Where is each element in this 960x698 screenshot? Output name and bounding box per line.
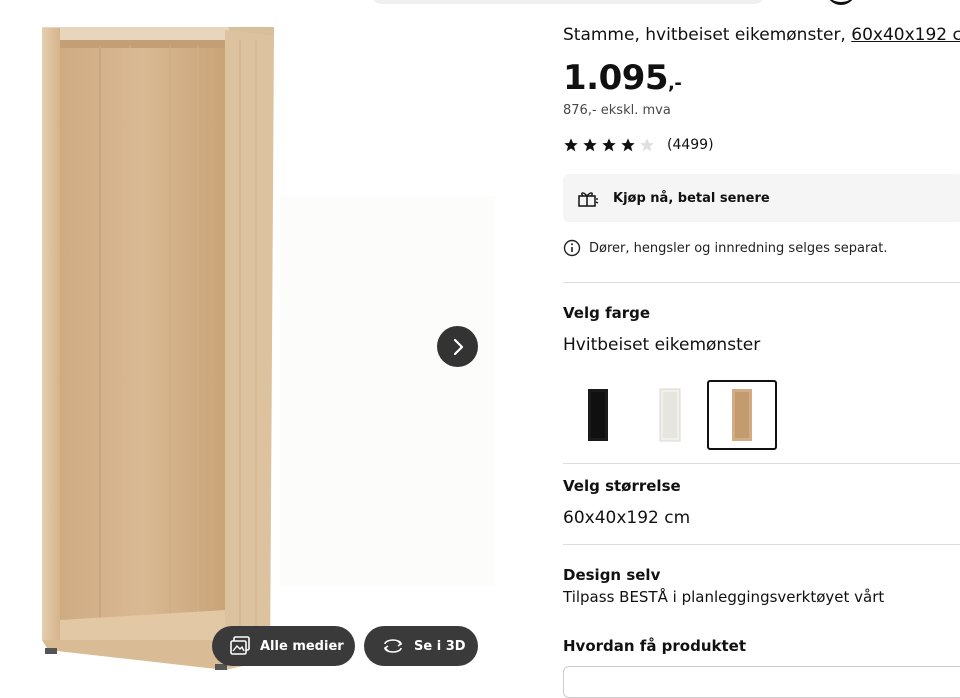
divider — [563, 544, 960, 545]
star-filled-icon — [602, 138, 616, 152]
next-image-button[interactable] — [437, 326, 478, 367]
notice-text: Dører, hengsler og innredning selges sep… — [589, 240, 888, 256]
rotate-3d-icon — [382, 638, 404, 654]
divider — [563, 282, 960, 283]
color-swatch-black[interactable] — [563, 380, 633, 450]
chevron-right-icon — [453, 338, 463, 355]
buy-now-pay-later-banner[interactable]: Kjøp nå, betal senere — [563, 174, 960, 222]
review-count[interactable]: (4499) — [667, 137, 714, 153]
price-suffix: ,- — [668, 73, 682, 94]
product-image — [42, 27, 274, 670]
gallery-icon — [230, 636, 250, 656]
selected-size[interactable]: 60x40x192 cm — [563, 508, 690, 528]
bnpl-gift-icon — [577, 189, 599, 207]
view-3d-button[interactable]: Se i 3D — [364, 626, 478, 666]
bnpl-label: Kjøp nå, betal senere — [613, 190, 770, 206]
product-title: Stamme, hvitbeiset eikemønster, 60x40x19… — [563, 25, 960, 45]
design-description[interactable]: Tilpass BESTÅ i planleggingsverktøyet vå… — [563, 588, 884, 606]
product-details: Stamme, hvitbeiset eikemønster, 60x40x19… — [563, 0, 960, 698]
view-3d-label: Se i 3D — [414, 638, 466, 654]
divider — [563, 463, 960, 464]
all-media-label: Alle medier — [260, 638, 344, 654]
product-gallery: Alle medier Se i 3D — [0, 0, 540, 681]
price: 1.095,- — [563, 58, 682, 98]
size-heading: Velg størrelse — [563, 477, 681, 495]
color-swatch-oak-selected[interactable] — [707, 380, 777, 450]
product-title-text: Stamme, hvitbeiset eikemønster, — [563, 25, 852, 45]
separate-sale-notice: Dører, hengsler og innredning selges sep… — [563, 239, 888, 257]
color-swatches — [563, 380, 779, 450]
info-icon — [563, 239, 581, 257]
price-main: 1.095 — [563, 58, 669, 98]
star-empty-icon — [640, 138, 654, 152]
rating[interactable]: (4499) — [563, 137, 714, 153]
delivery-options-box[interactable] — [563, 666, 960, 698]
selected-color: Hvitbeiset eikemønster — [563, 335, 761, 355]
color-heading: Velg farge — [563, 304, 651, 322]
delivery-heading: Hvordan få produktet — [563, 637, 747, 655]
star-filled-icon — [564, 138, 578, 152]
rating-stars — [563, 137, 658, 153]
color-swatch-white[interactable] — [635, 380, 705, 450]
image-backdrop — [280, 196, 495, 586]
all-media-button[interactable]: Alle medier — [212, 626, 355, 666]
star-filled-icon — [583, 138, 597, 152]
price-ex-vat: 876,- ekskl. mva — [563, 103, 671, 118]
star-filled-icon — [621, 138, 635, 152]
design-heading[interactable]: Design selv — [563, 566, 660, 584]
product-size-link[interactable]: 60x40x192 cm — [851, 25, 960, 45]
